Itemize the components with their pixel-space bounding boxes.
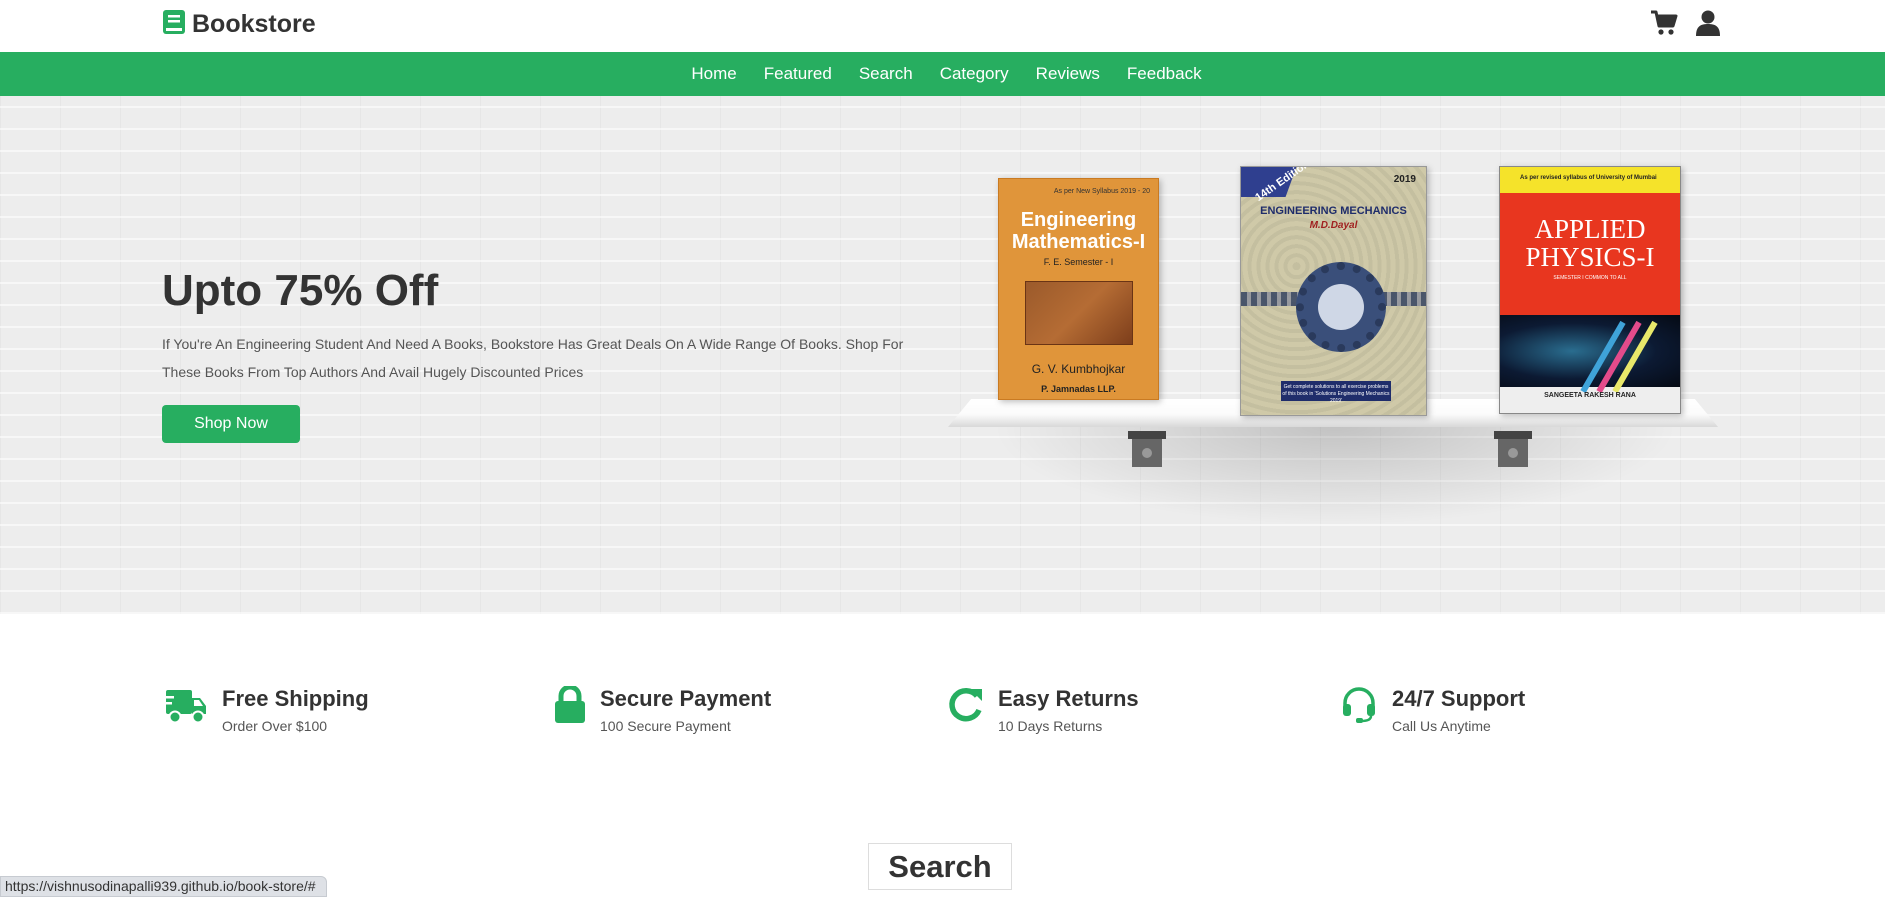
feature-title: Easy Returns bbox=[998, 686, 1139, 711]
header-actions bbox=[1650, 10, 1720, 41]
feature-subtitle: 100 Secure Payment bbox=[600, 718, 731, 734]
nav-category[interactable]: Category bbox=[940, 64, 1009, 84]
nav-feedback[interactable]: Feedback bbox=[1127, 64, 1202, 84]
book-subtitle: F. E. Semester - I bbox=[1043, 257, 1114, 267]
features-section: Free Shipping Order Over $100 Secure Pay… bbox=[0, 614, 1885, 794]
hero-section: Upto 75% Off If You're An Engineering St… bbox=[0, 96, 1885, 614]
syllabus-bar: As per revised syllabus of University of… bbox=[1500, 167, 1680, 193]
book-syllabus: As per revised syllabus of University of… bbox=[1520, 175, 1657, 181]
book-cover-illustration bbox=[1025, 281, 1133, 345]
feature-title: Free Shipping bbox=[222, 686, 369, 711]
brand-logo[interactable]: Bookstore bbox=[162, 9, 316, 40]
lock-icon bbox=[554, 684, 586, 734]
feature-subtitle: Order Over $100 bbox=[222, 718, 328, 734]
feature-subtitle: 10 Days Returns bbox=[998, 718, 1103, 734]
status-bar-url: https://vishnusodinapalli939.github.io/b… bbox=[0, 876, 327, 897]
cart-icon[interactable] bbox=[1650, 10, 1678, 41]
shelf-bracket-left bbox=[1128, 431, 1166, 467]
feature-easy-returns: Easy Returns 10 Days Returns bbox=[948, 686, 1139, 734]
book-title: Engineering Mathematics-I bbox=[1011, 209, 1146, 253]
shop-now-button[interactable]: Shop Now bbox=[162, 405, 300, 443]
nav-home[interactable]: Home bbox=[691, 64, 736, 84]
top-header: Bookstore bbox=[0, 0, 1885, 52]
redo-icon bbox=[948, 686, 984, 734]
book-author: M.D.Dayal bbox=[1309, 220, 1358, 231]
book-subtitle: SEMESTER I COMMON TO ALL bbox=[1553, 275, 1627, 281]
nav-reviews[interactable]: Reviews bbox=[1036, 64, 1100, 84]
hero-title: Upto 75% Off bbox=[162, 266, 439, 315]
user-icon[interactable] bbox=[1696, 10, 1720, 41]
shelf-bracket-right bbox=[1494, 431, 1532, 467]
book-author: G. V. Kumbhojkar bbox=[1031, 362, 1126, 376]
book-author: SANGEETA RAKESH RANA bbox=[1544, 392, 1636, 399]
book-cover-applied-physics[interactable]: As per revised syllabus of University of… bbox=[1499, 166, 1681, 414]
book-note: Get complete solutions to all exercise p… bbox=[1281, 381, 1391, 404]
feature-subtitle: Call Us Anytime bbox=[1392, 718, 1491, 734]
feature-support: 24/7 Support Call Us Anytime bbox=[1340, 686, 1525, 734]
book-cover-engineering-mechanics[interactable]: 14th Edition 2019 ENGINEERING MECHANICS … bbox=[1240, 166, 1427, 416]
nav-search[interactable]: Search bbox=[859, 64, 913, 84]
truck-icon bbox=[162, 686, 208, 734]
book-publisher: P. Jamnadas LLP. bbox=[1041, 384, 1116, 394]
hero-description: If You're An Engineering Student And Nee… bbox=[162, 336, 904, 380]
feature-secure-payment: Secure Payment 100 Secure Payment bbox=[554, 684, 772, 734]
book-cover-engineering-mathematics[interactable]: As per New Syllabus 2019 - 20 Engineerin… bbox=[998, 178, 1159, 400]
main-navbar: Home Featured Search Category Reviews Fe… bbox=[0, 52, 1885, 96]
gear-graphic bbox=[1296, 262, 1386, 352]
book-year: 2019 bbox=[1393, 174, 1416, 185]
nav-featured[interactable]: Featured bbox=[764, 64, 832, 84]
feature-title: 24/7 Support bbox=[1392, 686, 1526, 711]
book-syllabus: As per New Syllabus 2019 - 20 bbox=[1053, 188, 1150, 195]
book-icon bbox=[162, 9, 186, 40]
feature-title: Secure Payment bbox=[600, 686, 772, 711]
book-title: ENGINEERING MECHANICS bbox=[1260, 205, 1407, 217]
book-title: APPLIED PHYSICS-I bbox=[1525, 214, 1655, 272]
feature-free-shipping: Free Shipping Order Over $100 bbox=[162, 686, 369, 734]
headset-icon bbox=[1340, 686, 1378, 734]
brand-name: Bookstore bbox=[192, 10, 316, 38]
search-section-heading: Search bbox=[868, 843, 1012, 890]
shelf-shadow bbox=[990, 426, 1680, 526]
